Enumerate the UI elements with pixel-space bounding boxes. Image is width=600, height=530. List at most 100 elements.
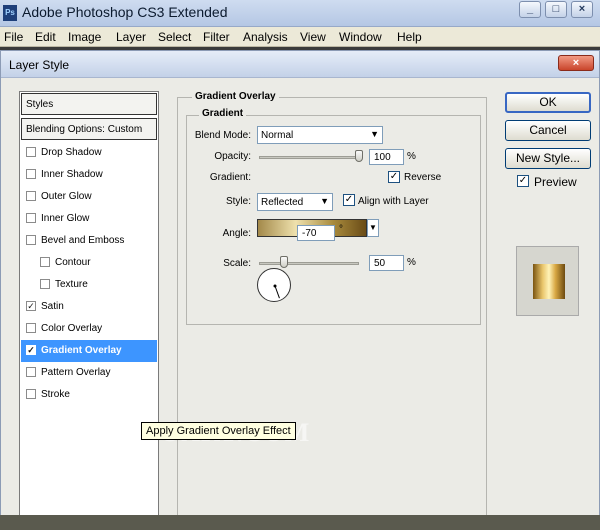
dialog-title: Layer Style	[9, 58, 70, 72]
chevron-down-icon: ▼	[370, 129, 379, 139]
style-item-inner-glow[interactable]: Inner Glow	[21, 208, 157, 230]
style-item-label: Bevel and Emboss	[41, 235, 125, 246]
style-item-label: Satin	[41, 301, 64, 312]
checkbox[interactable]	[26, 213, 36, 223]
style-item-label: Texture	[55, 279, 88, 290]
blend-mode-value: Normal	[261, 130, 294, 141]
style-item-label: Contour	[55, 257, 91, 268]
menu-select[interactable]: Select	[158, 30, 191, 44]
blend-mode-label: Blend Mode:	[194, 130, 251, 141]
scale-label: Scale:	[223, 258, 251, 269]
gradient-subtitle: Gradient	[199, 108, 247, 119]
styles-header[interactable]: Styles	[21, 93, 157, 115]
scale-input[interactable]: 50	[369, 255, 404, 271]
style-value: Reflected	[261, 197, 304, 208]
style-item-label: Gradient Overlay	[41, 345, 122, 356]
reverse-label: Reverse	[404, 172, 442, 183]
menu-image[interactable]: Image	[68, 30, 101, 44]
checkbox[interactable]	[26, 389, 36, 399]
menu-window[interactable]: Window	[339, 30, 382, 44]
menu-analysis[interactable]: Analysis	[243, 30, 288, 44]
opacity-label: Opacity:	[214, 151, 251, 162]
preview-thumbnail	[516, 246, 579, 316]
close-app-button[interactable]: ×	[571, 1, 593, 18]
opacity-slider[interactable]	[259, 156, 359, 159]
reverse-checkbox[interactable]: ✓	[388, 171, 400, 183]
tooltip: Apply Gradient Overlay Effect	[141, 422, 296, 440]
checkbox[interactable]	[26, 191, 36, 201]
style-dropdown[interactable]: Reflected ▼	[257, 193, 333, 211]
opacity-input[interactable]: 100	[369, 149, 404, 165]
style-item-contour[interactable]: Contour	[21, 252, 157, 274]
checkbox[interactable]	[26, 323, 36, 333]
style-item-pattern-overlay[interactable]: Pattern Overlay	[21, 362, 157, 384]
menu-layer[interactable]: Layer	[116, 30, 146, 44]
style-item-label: Pattern Overlay	[41, 367, 111, 378]
style-item-label: Inner Glow	[41, 213, 90, 224]
background-workspace	[0, 515, 600, 530]
menu-help[interactable]: Help	[397, 30, 422, 44]
checkbox[interactable]	[40, 279, 50, 289]
menu-file[interactable]: File	[4, 30, 23, 44]
opacity-percent: %	[407, 151, 416, 162]
style-item-stroke[interactable]: Stroke	[21, 384, 157, 406]
maximize-button[interactable]: □	[545, 1, 567, 18]
checkbox[interactable]	[26, 367, 36, 377]
align-with-layer-checkbox[interactable]: ✓	[343, 194, 355, 206]
angle-input[interactable]: -70	[297, 225, 335, 241]
menu-view[interactable]: View	[300, 30, 326, 44]
checkbox[interactable]	[26, 147, 36, 157]
preview-checkbox[interactable]: ✓	[517, 175, 529, 187]
angle-indicator-icon	[273, 284, 280, 299]
gradient-overlay-title: Gradient Overlay	[192, 91, 279, 102]
minimize-button[interactable]: _	[519, 1, 541, 18]
chevron-down-icon: ▼	[320, 196, 329, 206]
style-item-label: Color Overlay	[41, 323, 103, 334]
menu-filter[interactable]: Filter	[203, 30, 230, 44]
style-label: Style:	[225, 196, 251, 207]
opacity-slider-handle[interactable]	[355, 150, 363, 162]
scale-percent: %	[407, 257, 416, 268]
layer-style-dialog: Layer Style × Styles Blending Options: C…	[0, 50, 600, 520]
style-item-inner-shadow[interactable]: Inner Shadow	[21, 164, 157, 186]
scale-slider[interactable]	[259, 262, 359, 265]
checkbox[interactable]	[40, 257, 50, 267]
photoshop-logo-icon: Ps	[3, 5, 17, 21]
style-item-label: Inner Shadow	[41, 169, 103, 180]
ok-button[interactable]: OK	[505, 92, 591, 113]
style-item-outer-glow[interactable]: Outer Glow	[21, 186, 157, 208]
style-item-texture[interactable]: Texture	[21, 274, 157, 296]
style-item-satin[interactable]: ✓ Satin	[21, 296, 157, 318]
preview-swatch	[533, 264, 565, 299]
style-item-gradient-overlay[interactable]: ✓ Gradient Overlay	[21, 340, 157, 362]
new-style-button[interactable]: New Style...	[505, 148, 591, 169]
style-item-label: Outer Glow	[41, 191, 92, 202]
dialog-titlebar[interactable]: Layer Style ×	[1, 51, 599, 78]
menu-edit[interactable]: Edit	[35, 30, 56, 44]
styles-list: Styles Blending Options: Custom Drop Sha…	[19, 91, 159, 516]
blend-mode-dropdown[interactable]: Normal ▼	[257, 126, 383, 144]
style-item-label: Drop Shadow	[41, 147, 102, 158]
align-with-layer-label: Align with Layer	[358, 196, 429, 207]
angle-label: Angle:	[222, 228, 251, 239]
blending-options-item[interactable]: Blending Options: Custom	[21, 118, 157, 140]
checkbox[interactable]: ✓	[26, 345, 36, 355]
checkbox[interactable]	[26, 235, 36, 245]
menu-bar: File Edit Image Layer Select Filter Anal…	[0, 27, 600, 47]
scale-slider-handle[interactable]	[280, 256, 288, 268]
checkbox[interactable]	[26, 169, 36, 179]
angle-dial[interactable]	[257, 268, 291, 302]
app-titlebar: Ps Adobe Photoshop CS3 Extended _ □ ×	[0, 0, 600, 27]
angle-degree: °	[339, 224, 343, 235]
style-item-color-overlay[interactable]: Color Overlay	[21, 318, 157, 340]
dialog-close-button[interactable]: ×	[558, 55, 594, 71]
gradient-picker-arrow-icon[interactable]: ▼	[367, 219, 379, 237]
checkbox[interactable]: ✓	[26, 301, 36, 311]
style-item-bevel-emboss[interactable]: Bevel and Emboss	[21, 230, 157, 252]
preview-label: Preview	[534, 175, 577, 189]
style-item-drop-shadow[interactable]: Drop Shadow	[21, 142, 157, 164]
app-title: Adobe Photoshop CS3 Extended	[22, 4, 228, 20]
style-item-label: Stroke	[41, 389, 70, 400]
gradient-label: Gradient:	[209, 172, 251, 183]
cancel-button[interactable]: Cancel	[505, 120, 591, 141]
